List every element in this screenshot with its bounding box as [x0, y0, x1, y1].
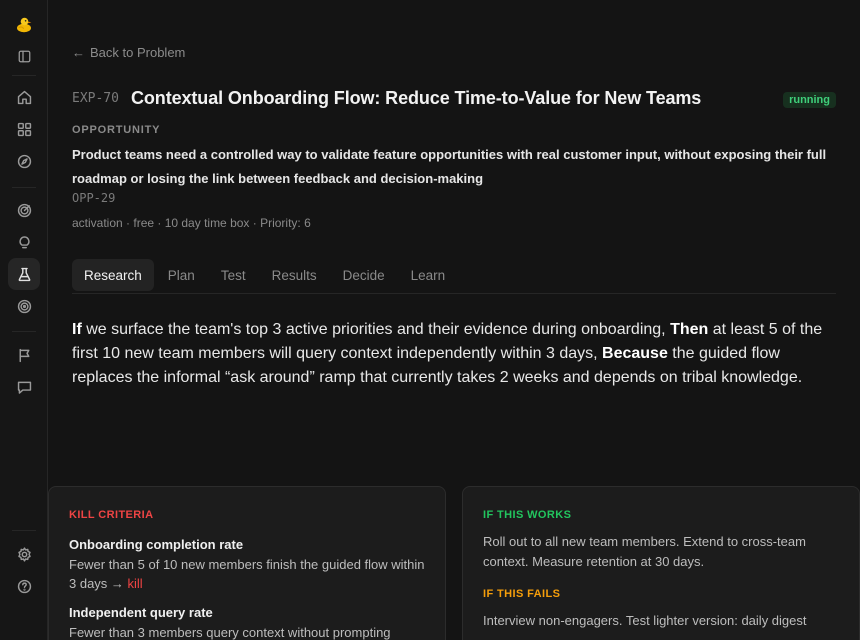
opportunity-id[interactable]: OPP-29	[72, 191, 115, 205]
hypothesis-then-keyword: Then	[670, 321, 709, 338]
if-fails-label: IF THIS FAILS	[483, 588, 561, 600]
home-icon[interactable]	[8, 81, 40, 113]
criterion-description: Fewer than 5 of 10 new members finish th…	[69, 555, 425, 593]
settings-icon[interactable]	[8, 538, 40, 570]
arrow-left-icon: ←	[72, 45, 85, 60]
kill-criteria-label: KILL CRITERIA	[69, 509, 154, 521]
criterion-title: Onboarding completion rate	[69, 537, 244, 552]
if-fails-text: Interview non-engagers. Test lighter ver…	[483, 613, 807, 628]
hypothesis-if-text: we surface the team's top 3 active prior…	[81, 321, 671, 338]
hypothesis-statement: If we surface the team's top 3 active pr…	[72, 318, 836, 390]
flag-icon[interactable]	[8, 339, 40, 371]
status-badge: running	[783, 92, 836, 108]
outcomes-card: IF THIS WORKS Roll out to all new team m…	[462, 486, 860, 640]
sidebar	[0, 0, 48, 640]
compass-icon[interactable]	[8, 145, 40, 177]
radar-icon[interactable]	[8, 194, 40, 226]
tab-results[interactable]: Results	[260, 259, 329, 291]
hypothesis-because-keyword: Because	[602, 345, 668, 362]
tab-learn[interactable]: Learn	[399, 259, 458, 291]
page-title: Contextual Onboarding Flow: Reduce Time-…	[131, 88, 702, 108]
back-label: Back to Problem	[90, 45, 186, 60]
sidebar-toggle-icon[interactable]	[8, 40, 40, 72]
help-icon[interactable]	[8, 570, 40, 602]
tab-plan[interactable]: Plan	[156, 259, 207, 291]
back-to-problem-link[interactable]: ← Back to Problem	[72, 45, 185, 60]
tab-test[interactable]: Test	[209, 259, 258, 291]
criterion-description-text: Fewer than 5 of 10 new members finish th…	[69, 557, 425, 591]
criterion-title: Independent query rate	[69, 605, 213, 620]
if-works-label: IF THIS WORKS	[483, 509, 572, 521]
title-row: EXP-70 Contextual Onboarding Flow: Reduc…	[72, 88, 836, 110]
experiment-meta: activation · free · 10 day time box · Pr…	[72, 216, 311, 230]
tab-decide[interactable]: Decide	[331, 259, 397, 291]
target-icon[interactable]	[8, 290, 40, 322]
hypothesis-if-keyword: If	[72, 321, 82, 338]
chat-icon[interactable]	[8, 371, 40, 403]
opportunity-label: OPPORTUNITY	[72, 124, 161, 136]
if-works-text: Roll out to all new team members. Extend…	[483, 534, 806, 569]
flask-icon[interactable]	[8, 258, 40, 290]
lightbulb-icon[interactable]	[8, 226, 40, 258]
tab-bar: Research Plan Test Results Decide Learn	[72, 259, 836, 294]
opportunity-text: Product teams need a controlled way to v…	[72, 147, 827, 186]
experiment-id: EXP-70	[72, 91, 119, 106]
tab-research[interactable]: Research	[72, 259, 154, 291]
kill-criteria-card: KILL CRITERIA Onboarding completion rate…	[48, 486, 446, 640]
kill-action: kill	[127, 576, 143, 591]
criterion-description: Fewer than 3 members query context witho…	[69, 625, 391, 640]
dashboard-icon[interactable]	[8, 113, 40, 145]
duck-logo-icon[interactable]	[8, 8, 40, 40]
